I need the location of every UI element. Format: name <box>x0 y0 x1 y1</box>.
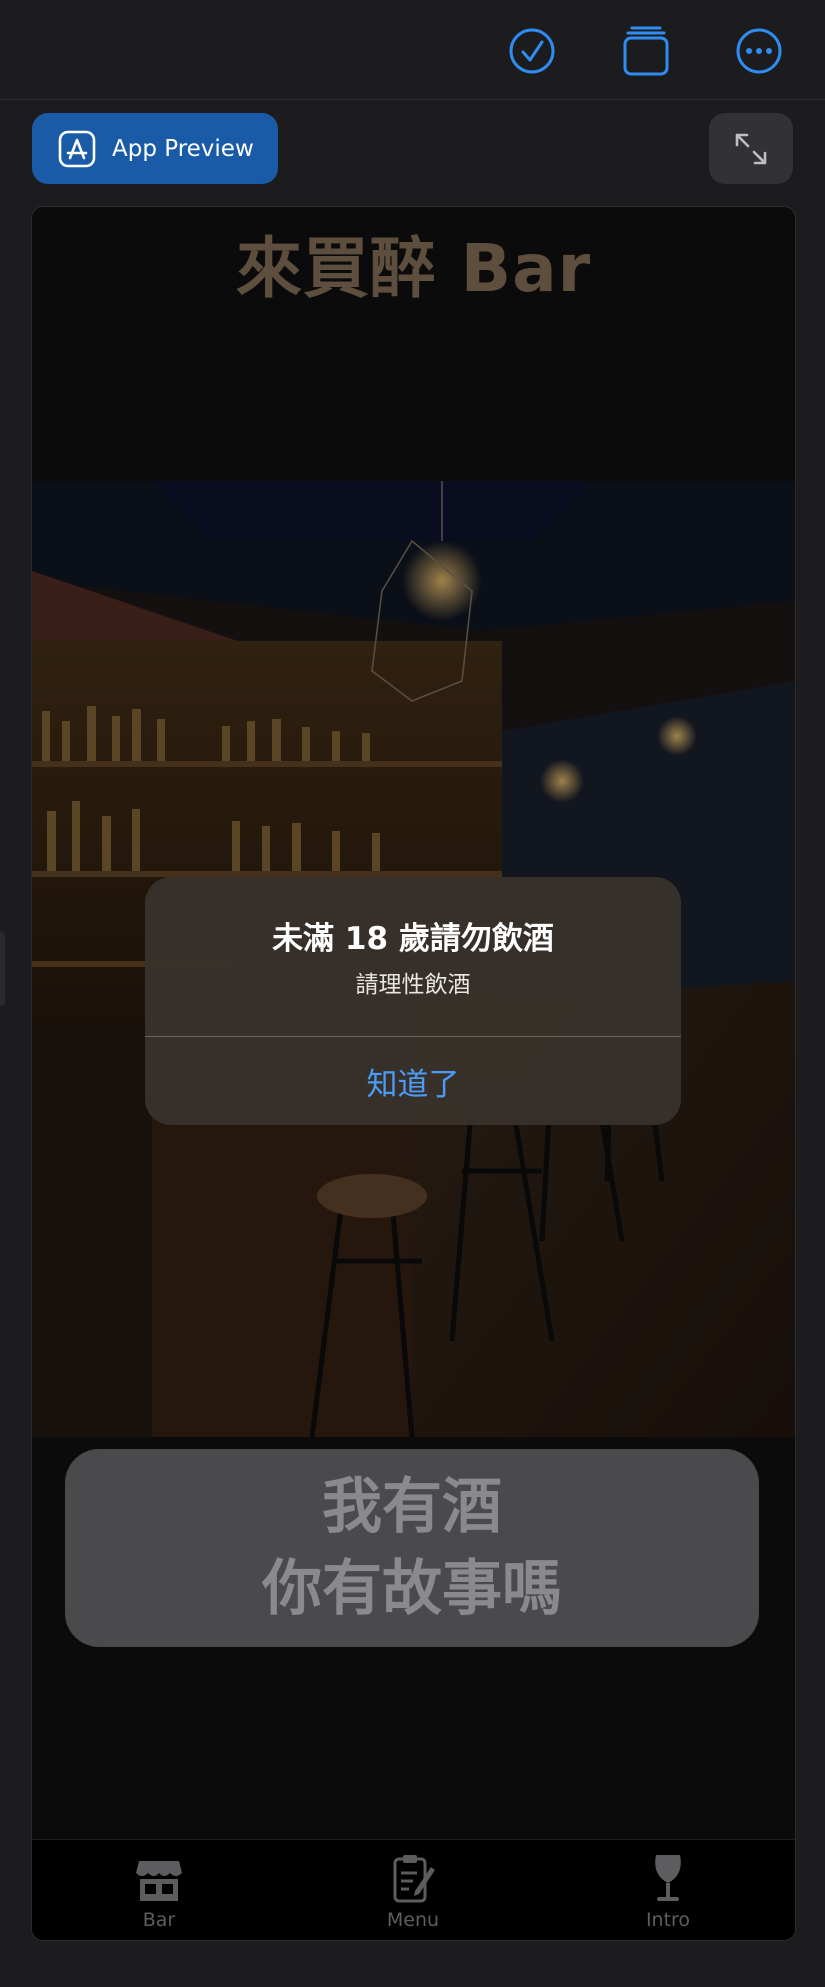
expand-arrows-icon <box>735 133 767 165</box>
wineglass-icon <box>640 1851 696 1907</box>
quote-line-1: 我有酒 <box>322 1472 502 1542</box>
quote-line-2: 你有故事嗎 <box>262 1554 562 1624</box>
tab-bar: Bar Menu Intro <box>32 1839 795 1940</box>
app-preview-label: App Preview <box>112 135 254 162</box>
alert-message: 請理性飲酒 <box>355 972 471 998</box>
top-toolbar <box>0 0 825 100</box>
alert-ok-button[interactable]: 知道了 <box>145 1037 681 1125</box>
tab-label-bar: Bar <box>142 1909 176 1931</box>
clipboard-pencil-icon <box>385 1851 441 1907</box>
storefront-icon <box>131 1851 187 1907</box>
alert-title: 未滿 18 歲請勿飲酒 <box>272 921 554 957</box>
quote-button[interactable]: 我有酒 你有故事嗎 <box>65 1449 759 1647</box>
expand-button[interactable] <box>709 113 793 184</box>
app-store-icon <box>58 130 96 168</box>
tab-menu[interactable]: Menu <box>286 1840 540 1940</box>
side-drag-handle[interactable] <box>0 932 5 1006</box>
age-warning-alert: 未滿 18 歲請勿飲酒 請理性飲酒 知道了 <box>145 877 681 1125</box>
ellipsis-circle-icon[interactable] <box>733 25 785 77</box>
app-title: 來買醉 Bar <box>235 230 592 307</box>
stacked-windows-icon[interactable] <box>620 25 672 77</box>
checkmark-circle-icon[interactable] <box>506 25 558 77</box>
tab-bar[interactable]: Bar <box>32 1840 286 1940</box>
tab-label-menu: Menu <box>386 1909 440 1931</box>
tab-label-intro: Intro <box>645 1909 691 1931</box>
app-preview-button[interactable]: App Preview <box>32 113 278 184</box>
tab-intro[interactable]: Intro <box>541 1840 795 1940</box>
